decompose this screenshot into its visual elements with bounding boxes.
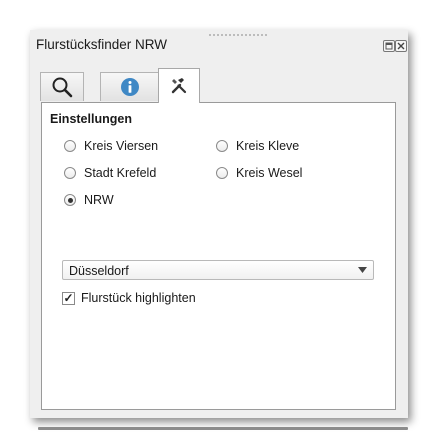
tab-info[interactable]: [100, 72, 160, 101]
highlight-checkbox[interactable]: ✓: [62, 291, 75, 305]
settings-panel: Einstellungen Kreis Viersen Kreis Kleve …: [41, 102, 396, 410]
radio-label: NRW: [84, 193, 114, 207]
radio-indicator[interactable]: [64, 194, 76, 206]
city-select-value: Düsseldorf: [69, 264, 129, 278]
info-icon: [121, 78, 139, 96]
radio-stadt-krefeld[interactable]: Stadt Krefeld: [64, 166, 156, 180]
plugin-dock-panel: Flurstücksfinder NRW Einstellungen Kreis…: [30, 30, 408, 418]
tools-icon: [171, 78, 187, 94]
radio-label: Kreis Viersen: [84, 139, 159, 153]
float-button[interactable]: [383, 40, 395, 52]
settings-heading: Einstellungen: [50, 112, 132, 126]
window-title: Flurstücksfinder NRW: [36, 37, 168, 52]
tab-search[interactable]: [40, 72, 84, 101]
close-button[interactable]: [395, 40, 407, 52]
close-icon: [397, 42, 405, 50]
highlight-checkbox-row[interactable]: ✓ Flurstück highlighten: [62, 291, 196, 305]
highlight-label: Flurstück highlighten: [81, 291, 196, 305]
city-select[interactable]: Düsseldorf: [62, 260, 374, 280]
radio-indicator[interactable]: [216, 140, 228, 152]
radio-indicator[interactable]: [64, 140, 76, 152]
search-icon: [52, 77, 73, 98]
radio-kreis-kleve[interactable]: Kreis Kleve: [216, 139, 299, 153]
chevron-down-icon: [358, 267, 367, 273]
tab-settings[interactable]: [158, 68, 200, 103]
radio-kreis-wesel[interactable]: Kreis Wesel: [216, 166, 302, 180]
radio-kreis-viersen[interactable]: Kreis Viersen: [64, 139, 158, 153]
window-bottom-edge: [38, 427, 408, 430]
drag-grip[interactable]: [208, 33, 268, 37]
radio-label: Kreis Kleve: [236, 139, 300, 153]
radio-indicator[interactable]: [64, 167, 76, 179]
float-icon: [385, 42, 393, 50]
tab-bar: [38, 68, 398, 103]
radio-label: Stadt Krefeld: [84, 166, 157, 180]
radio-indicator[interactable]: [216, 167, 228, 179]
radio-label: Kreis Wesel: [236, 166, 303, 180]
radio-nrw[interactable]: NRW: [64, 193, 114, 207]
